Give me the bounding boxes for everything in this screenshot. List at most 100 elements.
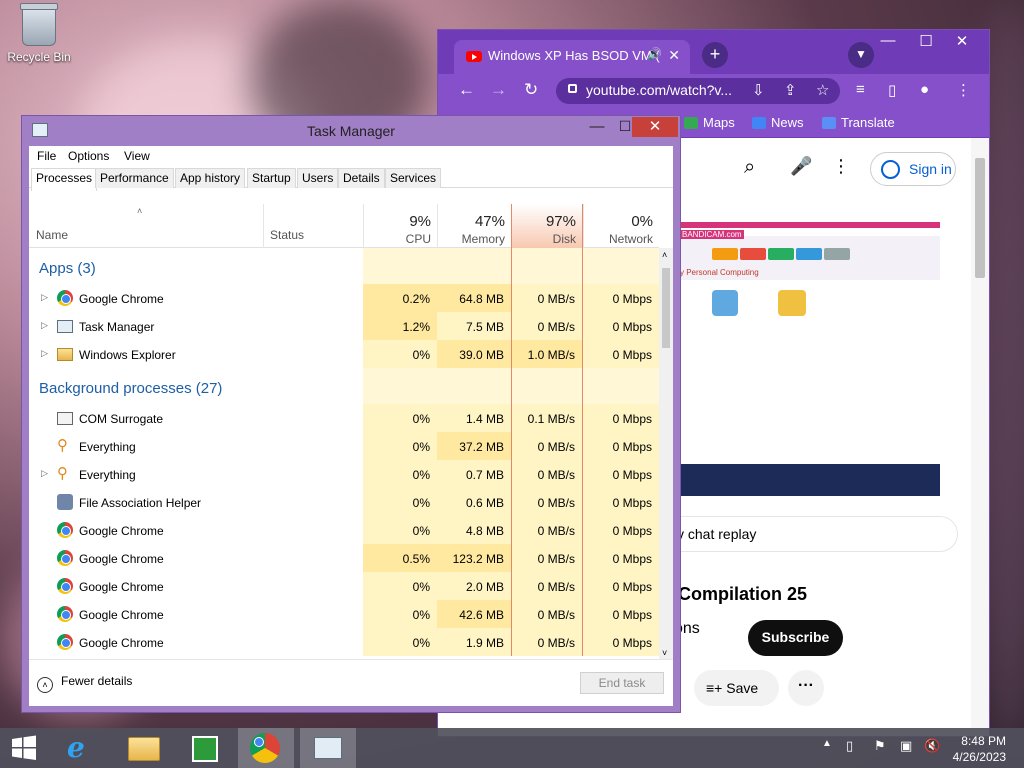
expand-icon[interactable]: ▷ bbox=[41, 320, 48, 331]
bookmark-news[interactable]: News bbox=[752, 115, 804, 130]
profile-icon[interactable]: ● bbox=[920, 81, 929, 98]
address-bar[interactable]: youtube.com/watch?v... bbox=[556, 78, 840, 104]
memory-cell: 42.6 MB bbox=[437, 600, 511, 628]
tab-performance[interactable]: Performance bbox=[95, 168, 174, 188]
close-tab-icon[interactable]: ✕ bbox=[668, 47, 680, 64]
column-status[interactable]: Status bbox=[263, 204, 363, 248]
notification-icon[interactable]: ▯ bbox=[846, 738, 853, 754]
table-row[interactable]: Google Chrome 0% 42.6 MB 0 MB/s 0 Mbps bbox=[29, 600, 659, 628]
column-name[interactable]: Name bbox=[29, 204, 263, 248]
folder-icon bbox=[57, 348, 73, 361]
close-button[interactable]: ✕ bbox=[632, 117, 678, 137]
table-row[interactable]: ▷ Google Chrome 0.2% 64.8 MB 0 MB/s 0 Mbps bbox=[29, 284, 659, 312]
scrollbar-thumb[interactable] bbox=[975, 158, 985, 278]
minimize-button[interactable]: — bbox=[870, 32, 906, 49]
expand-icon[interactable]: ▷ bbox=[41, 348, 48, 359]
table-row[interactable]: ▷ Windows Explorer 0% 39.0 MB 1.0 MB/s 0 Mbps bbox=[29, 340, 659, 368]
speaker-icon[interactable]: 🔊 bbox=[647, 47, 662, 61]
save-button[interactable]: ≡+ Save bbox=[694, 670, 779, 706]
page-scrollbar[interactable] bbox=[971, 138, 989, 736]
expand-icon[interactable]: ▷ bbox=[41, 468, 48, 479]
table-row[interactable]: Google Chrome 0% 1.9 MB 0 MB/s 0 Mbps bbox=[29, 628, 659, 656]
table-row[interactable]: File Association Helper 0% 0.6 MB 0 MB/s 0 M… bbox=[29, 488, 659, 516]
tab-details[interactable]: Details bbox=[338, 168, 385, 188]
taskbar-chrome[interactable] bbox=[238, 728, 294, 768]
group-header[interactable]: Background processes (27) bbox=[29, 368, 659, 404]
menu-view[interactable]: View bbox=[124, 149, 150, 163]
media-control-icon[interactable]: ≡ bbox=[856, 81, 865, 98]
news-icon bbox=[752, 117, 766, 129]
chrome-icon bbox=[57, 634, 73, 650]
table-row[interactable]: ▷ Task Manager 1.2% 7.5 MB 0 MB/s 0 Mbps bbox=[29, 312, 659, 340]
sign-in-button[interactable]: Sign in bbox=[870, 152, 956, 186]
table-row[interactable]: COM Surrogate 0% 1.4 MB 0.1 MB/s 0 Mbps bbox=[29, 404, 659, 432]
share-icon[interactable]: ⇪ bbox=[784, 81, 797, 99]
url-text: youtube.com/watch?v... bbox=[586, 82, 733, 98]
taskbar-store[interactable] bbox=[178, 728, 234, 768]
video-player[interactable]: BANDICAM.com y Personal Computing bbox=[678, 222, 940, 496]
memory-cell: 0.6 MB bbox=[437, 488, 511, 516]
end-task-button[interactable]: End task bbox=[580, 672, 664, 694]
table-row[interactable]: ⚲ Everything 0% 37.2 MB 0 MB/s 0 Mbps bbox=[29, 432, 659, 460]
tab-startup[interactable]: Startup bbox=[247, 168, 296, 188]
tab-app-history[interactable]: App history bbox=[175, 168, 246, 188]
process-name: Google Chrome bbox=[79, 292, 164, 306]
more-actions-icon[interactable]: ··· bbox=[788, 670, 824, 706]
title-bar[interactable]: Task Manager — ☐ ✕ bbox=[22, 116, 680, 146]
taskbar-file-explorer[interactable] bbox=[116, 728, 172, 768]
search-icon[interactable]: ⌕ bbox=[744, 156, 755, 179]
menu-options[interactable]: Options bbox=[68, 149, 109, 163]
more-options-icon[interactable]: ⋮ bbox=[832, 156, 850, 177]
tab-users[interactable]: Users bbox=[297, 168, 339, 188]
task-manager-window[interactable]: Task Manager — ☐ ✕ File Options View Pro… bbox=[21, 115, 681, 713]
taskbar-internet-explorer[interactable]: e bbox=[54, 728, 110, 768]
scrollbar-thumb[interactable] bbox=[662, 268, 670, 348]
volume-muted-icon[interactable]: 🔇 bbox=[924, 738, 940, 754]
side-panel-icon[interactable]: ▯ bbox=[888, 81, 896, 99]
taskbar-task-manager[interactable] bbox=[300, 728, 356, 768]
memory-cell: 64.8 MB bbox=[437, 284, 511, 312]
tab-services[interactable]: Services bbox=[385, 168, 442, 188]
column-cpu[interactable]: 9% CPU bbox=[363, 204, 437, 248]
expand-icon[interactable]: ▷ bbox=[41, 292, 48, 303]
menu-icon[interactable]: ⋮ bbox=[956, 81, 971, 99]
show-chat-replay-button[interactable]: v chat replay bbox=[658, 516, 958, 552]
table-row[interactable]: Google Chrome 0% 2.0 MB 0 MB/s 0 Mbps bbox=[29, 572, 659, 600]
column-memory[interactable]: 47% Memory bbox=[437, 204, 511, 248]
fewer-details-button[interactable]: ˄ Fewer details bbox=[37, 674, 132, 693]
network-icon[interactable]: ▣ bbox=[900, 738, 912, 754]
bookmark-translate[interactable]: Translate bbox=[822, 115, 895, 130]
minimize-button[interactable]: — bbox=[582, 118, 612, 135]
action-center-flag-icon[interactable]: ⚑ bbox=[874, 738, 886, 754]
microphone-icon[interactable]: 🎤 bbox=[790, 156, 812, 177]
column-network[interactable]: 0% Network bbox=[583, 204, 659, 248]
show-hidden-icons-icon[interactable]: ▲ bbox=[822, 738, 832, 749]
recycle-bin[interactable]: Recycle Bin bbox=[6, 3, 72, 64]
back-icon[interactable]: ← bbox=[458, 80, 475, 100]
reload-icon[interactable]: ↻ bbox=[524, 80, 538, 100]
group-cell-network bbox=[583, 368, 659, 404]
scroll-down-icon[interactable]: ˅ bbox=[662, 648, 667, 658]
close-button[interactable]: ✕ bbox=[944, 32, 980, 50]
maximize-button[interactable]: ☐ bbox=[908, 32, 944, 50]
menu-file[interactable]: File bbox=[37, 149, 56, 163]
table-row[interactable]: ▷ ⚲ Everything 0% 0.7 MB 0 MB/s 0 Mbps bbox=[29, 460, 659, 488]
table-row[interactable]: Google Chrome 0.5% 123.2 MB 0 MB/s 0 Mbps bbox=[29, 544, 659, 572]
clock-time: 8:48 PM bbox=[961, 734, 1006, 748]
install-icon[interactable]: ⇩ bbox=[752, 81, 765, 99]
table-row[interactable]: Google Chrome 0% 4.8 MB 0 MB/s 0 Mbps bbox=[29, 516, 659, 544]
column-disk[interactable]: 97% Disk bbox=[511, 204, 583, 248]
new-tab-button[interactable]: + bbox=[702, 42, 728, 68]
scroll-up-icon[interactable]: ˄ bbox=[662, 250, 667, 260]
process-scrollbar[interactable]: ˄ ˅ bbox=[659, 248, 673, 659]
browser-tab[interactable]: Windows XP Has BSOD VM ( 🔊 ✕ bbox=[454, 40, 690, 74]
tab-processes[interactable]: Processes bbox=[31, 168, 98, 191]
bookmark-maps[interactable]: Maps bbox=[684, 115, 735, 130]
system-clock[interactable]: 8:48 PM 4/26/2023 bbox=[953, 733, 1006, 765]
star-icon[interactable]: ☆ bbox=[816, 81, 829, 99]
file-explorer-icon bbox=[128, 737, 160, 761]
subscribe-button[interactable]: Subscribe bbox=[748, 620, 843, 656]
start-button[interactable] bbox=[0, 728, 56, 768]
group-header[interactable]: Apps (3) bbox=[29, 248, 659, 284]
forward-icon[interactable]: → bbox=[490, 80, 507, 100]
